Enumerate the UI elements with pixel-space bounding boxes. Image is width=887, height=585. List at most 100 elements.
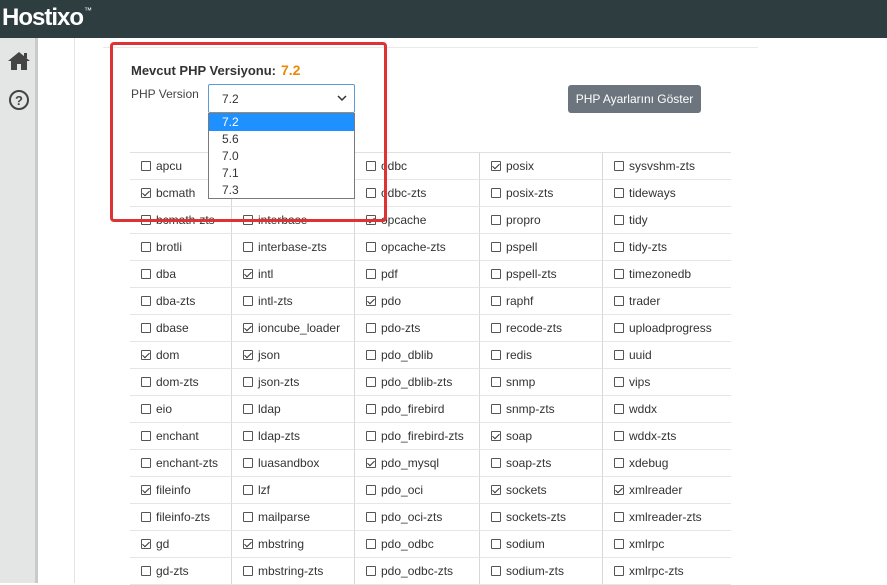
extension-checkbox[interactable] — [614, 296, 624, 306]
extension-item[interactable]: sockets — [480, 477, 603, 504]
extension-item[interactable]: sodium — [480, 531, 603, 558]
extension-item[interactable]: dom — [130, 342, 232, 369]
logo[interactable]: Hostixo™ — [2, 4, 92, 32]
extension-item[interactable]: xmlrpc-zts — [603, 558, 731, 585]
extension-item[interactable]: odbc-zts — [355, 180, 480, 207]
dropdown-option[interactable]: 7.2 — [209, 114, 354, 131]
extension-item[interactable]: gd — [130, 531, 232, 558]
extension-checkbox[interactable] — [614, 269, 624, 279]
extension-item[interactable]: ldap-zts — [232, 423, 355, 450]
extension-checkbox[interactable] — [491, 296, 501, 306]
extension-item[interactable]: pdo_firebird-zts — [355, 423, 480, 450]
extension-checkbox[interactable] — [366, 458, 376, 468]
extension-checkbox[interactable] — [491, 566, 501, 576]
extension-checkbox[interactable] — [243, 431, 253, 441]
extension-item[interactable]: dom-zts — [130, 369, 232, 396]
extension-checkbox[interactable] — [366, 296, 376, 306]
extension-item[interactable]: gd-zts — [130, 558, 232, 585]
extension-checkbox[interactable] — [243, 269, 253, 279]
extension-checkbox[interactable] — [366, 539, 376, 549]
extension-checkbox[interactable] — [243, 512, 253, 522]
extension-checkbox[interactable] — [614, 512, 624, 522]
extension-checkbox[interactable] — [141, 566, 151, 576]
extension-checkbox[interactable] — [243, 377, 253, 387]
extension-item[interactable]: uuid — [603, 342, 731, 369]
extension-item[interactable]: dbase — [130, 315, 232, 342]
extension-checkbox[interactable] — [366, 350, 376, 360]
extension-checkbox[interactable] — [614, 485, 624, 495]
extension-checkbox[interactable] — [491, 350, 501, 360]
extension-checkbox[interactable] — [614, 215, 624, 225]
extension-item[interactable]: opcache-zts — [355, 234, 480, 261]
extension-checkbox[interactable] — [141, 323, 151, 333]
dropdown-option[interactable]: 7.0 — [209, 148, 354, 165]
extension-checkbox[interactable] — [141, 431, 151, 441]
extension-checkbox[interactable] — [141, 377, 151, 387]
extension-checkbox[interactable] — [243, 566, 253, 576]
extension-item[interactable]: luasandbox — [232, 450, 355, 477]
home-icon[interactable] — [6, 48, 32, 74]
extension-item[interactable]: ioncube_loader — [232, 315, 355, 342]
extension-checkbox[interactable] — [366, 404, 376, 414]
extension-item[interactable]: wddx-zts — [603, 423, 731, 450]
extension-item[interactable]: timezonedb — [603, 261, 731, 288]
extension-checkbox[interactable] — [614, 242, 624, 252]
extension-item[interactable]: bcmath-zts — [130, 207, 232, 234]
extension-checkbox[interactable] — [491, 323, 501, 333]
help-icon[interactable]: ? — [6, 87, 32, 113]
extension-checkbox[interactable] — [243, 485, 253, 495]
php-version-dropdown[interactable]: 7.2 5.6 7.0 7.1 7.3 — [208, 113, 355, 199]
extension-checkbox[interactable] — [141, 269, 151, 279]
extension-checkbox[interactable] — [366, 161, 376, 171]
extension-item[interactable]: opcache — [355, 207, 480, 234]
extension-item[interactable]: sodium-zts — [480, 558, 603, 585]
extension-item[interactable]: recode-zts — [480, 315, 603, 342]
extension-checkbox[interactable] — [614, 404, 624, 414]
extension-checkbox[interactable] — [243, 404, 253, 414]
extension-item[interactable]: trader — [603, 288, 731, 315]
extension-checkbox[interactable] — [491, 539, 501, 549]
extension-item[interactable]: pdo_dblib — [355, 342, 480, 369]
extension-checkbox[interactable] — [243, 296, 253, 306]
extension-checkbox[interactable] — [614, 458, 624, 468]
extension-item[interactable]: xmlrpc — [603, 531, 731, 558]
extension-item[interactable]: mailparse — [232, 504, 355, 531]
extension-checkbox[interactable] — [243, 323, 253, 333]
extension-checkbox[interactable] — [366, 269, 376, 279]
extension-checkbox[interactable] — [491, 485, 501, 495]
extension-item[interactable]: odbc — [355, 153, 480, 180]
dropdown-option[interactable]: 5.6 — [209, 131, 354, 148]
extension-checkbox[interactable] — [614, 161, 624, 171]
extension-item[interactable]: pdo_odbc — [355, 531, 480, 558]
extension-checkbox[interactable] — [491, 512, 501, 522]
extension-checkbox[interactable] — [141, 350, 151, 360]
extension-item[interactable]: raphf — [480, 288, 603, 315]
extension-item[interactable]: pdo_dblib-zts — [355, 369, 480, 396]
extension-item[interactable]: eio — [130, 396, 232, 423]
extension-item[interactable]: mbstring — [232, 531, 355, 558]
extension-item[interactable]: xdebug — [603, 450, 731, 477]
extension-item[interactable]: soap — [480, 423, 603, 450]
extension-item[interactable]: fileinfo — [130, 477, 232, 504]
extension-checkbox[interactable] — [141, 458, 151, 468]
extension-checkbox[interactable] — [243, 215, 253, 225]
extension-checkbox[interactable] — [614, 323, 624, 333]
extension-item[interactable]: dba-zts — [130, 288, 232, 315]
extension-item[interactable]: pdo_firebird — [355, 396, 480, 423]
extension-checkbox[interactable] — [614, 539, 624, 549]
extension-checkbox[interactable] — [491, 269, 501, 279]
extension-item[interactable]: pdo_odbc-zts — [355, 558, 480, 585]
dropdown-option[interactable]: 7.3 — [209, 182, 354, 199]
extension-checkbox[interactable] — [141, 242, 151, 252]
extension-item[interactable]: pdf — [355, 261, 480, 288]
extension-item[interactable]: wddx — [603, 396, 731, 423]
extension-checkbox[interactable] — [491, 377, 501, 387]
extension-checkbox[interactable] — [366, 323, 376, 333]
extension-checkbox[interactable] — [141, 512, 151, 522]
extension-item[interactable]: json-zts — [232, 369, 355, 396]
extension-checkbox[interactable] — [243, 350, 253, 360]
extension-checkbox[interactable] — [614, 377, 624, 387]
dropdown-option[interactable]: 7.1 — [209, 165, 354, 182]
extension-checkbox[interactable] — [366, 215, 376, 225]
extension-item[interactable]: xmlreader-zts — [603, 504, 731, 531]
